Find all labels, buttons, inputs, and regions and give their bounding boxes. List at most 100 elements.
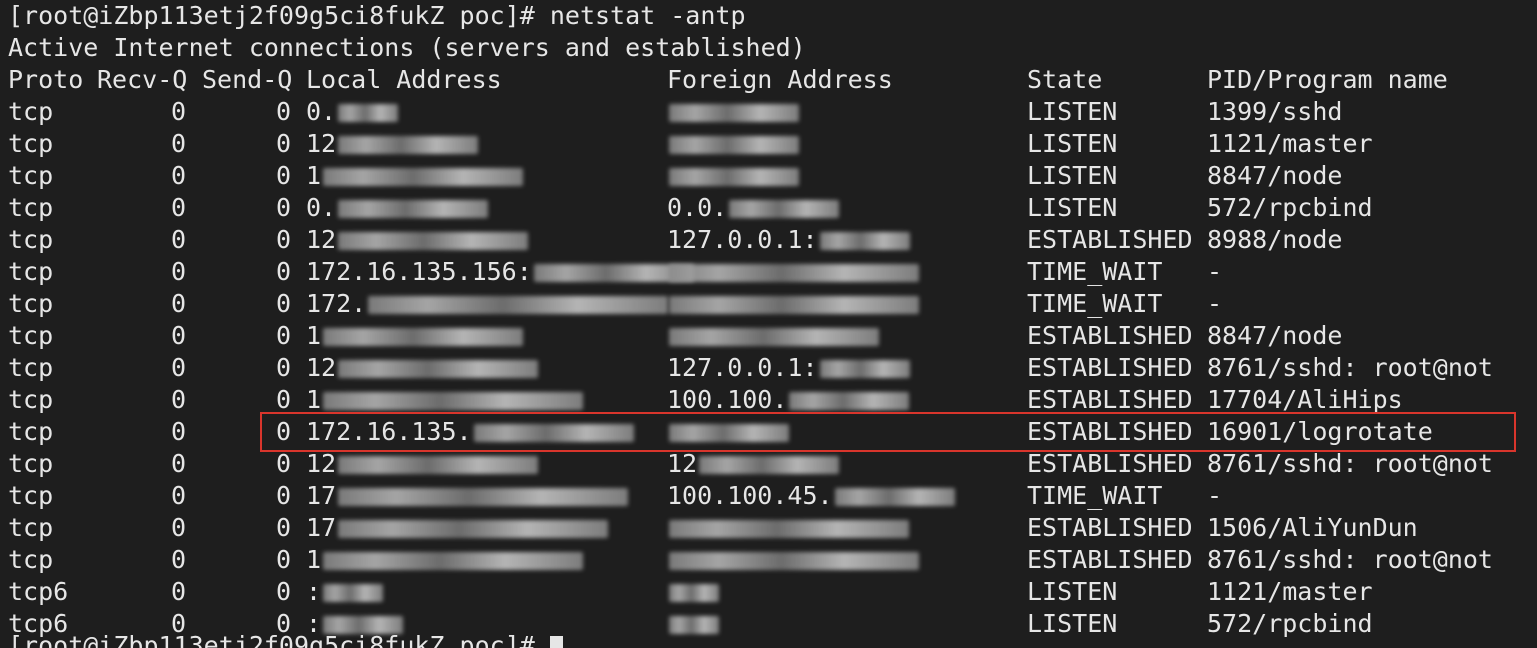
- cursor-block: [549, 636, 563, 648]
- header-proto: Proto: [8, 65, 84, 94]
- cell-send-q-text: 0: [276, 161, 292, 190]
- cell-local-address-text: 12: [306, 225, 337, 254]
- cell-pid-program: 572/rpcbind: [1207, 608, 1373, 640]
- cell-proto: tcp: [8, 544, 53, 576]
- redacted-region: [669, 168, 799, 186]
- cell-pid-program: 8988/node: [1207, 224, 1342, 256]
- redacted-region: [669, 552, 919, 570]
- header-local-address: Local Address: [306, 65, 502, 94]
- cell-recv-q-text: 0: [171, 97, 187, 126]
- cell-state-text: ESTABLISHED: [1027, 321, 1193, 350]
- cell-recv-q: 0: [171, 576, 186, 608]
- cell-send-q: 0: [276, 448, 291, 480]
- redacted-region: [669, 520, 909, 538]
- redacted-region: [834, 488, 955, 506]
- cell-proto: tcp: [8, 448, 53, 480]
- cell-pid-program: 1121/master: [1207, 128, 1373, 160]
- cell-proto-text: tcp: [8, 353, 54, 382]
- cell-recv-q-text: 0: [171, 449, 187, 478]
- cell-state-text: ESTABLISHED: [1027, 449, 1193, 478]
- cell-proto: tcp: [8, 160, 53, 192]
- cell-foreign-address-text: 127.0.0.1:: [667, 225, 818, 254]
- redacted-region: [338, 360, 539, 378]
- cell-recv-q-text: 0: [171, 225, 187, 254]
- redacted-region: [789, 392, 910, 410]
- cell-pid-program-text: 8847/node: [1207, 161, 1343, 190]
- cell-foreign-address: 100.100.: [667, 384, 910, 416]
- table-row: tcp 0 0 12 127.0.0.1: ESTABLISHED 8761/sshd: r…: [0, 352, 1537, 384]
- cell-proto: tcp6: [8, 576, 68, 608]
- cell-recv-q: 0: [171, 512, 186, 544]
- cell-state: LISTEN: [1027, 128, 1117, 160]
- table-row: tcp 0 0 0. 0.0. LISTEN 572/rpcbind: [0, 192, 1537, 224]
- cell-local-address: 12: [306, 224, 529, 256]
- cell-foreign-address: 127.0.0.1:: [667, 352, 910, 384]
- next-prompt-text: [root@iZbp113etj2f09g5ci8fukZ poc]#: [8, 631, 535, 648]
- cell-local-address: 1: [306, 384, 584, 416]
- cell-send-q-text: 0: [276, 481, 292, 510]
- cell-foreign-address: 100.100.45.: [667, 480, 955, 512]
- cell-proto-text: tcp: [8, 193, 54, 222]
- cell-state-text: ESTABLISHED: [1027, 513, 1193, 542]
- redacted-region: [323, 552, 584, 570]
- cell-pid-program: -: [1207, 288, 1222, 320]
- cell-state: TIME_WAIT: [1027, 480, 1162, 512]
- cell-pid-program-text: 1121/master: [1207, 129, 1373, 158]
- cell-state: ESTABLISHED: [1027, 320, 1193, 352]
- cell-local-address-text: 172.16.135.156:: [306, 257, 532, 286]
- redacted-region: [669, 424, 789, 442]
- cell-state-text: ESTABLISHED: [1027, 417, 1193, 446]
- redacted-region: [338, 232, 529, 250]
- cell-foreign-address: 127.0.0.1:: [667, 224, 910, 256]
- cell-local-address: 1: [306, 544, 584, 576]
- cell-foreign-address: [667, 128, 799, 160]
- cell-proto-text: tcp: [8, 321, 54, 350]
- cell-local-address-text: 17: [306, 481, 337, 510]
- redacted-region: [338, 520, 609, 538]
- cell-proto-text: tcp: [8, 225, 54, 254]
- redacted-region: [473, 424, 634, 442]
- cell-proto-text: tcp: [8, 129, 54, 158]
- cell-state-text: ESTABLISHED: [1027, 353, 1193, 382]
- prompt-text: [root@iZbp113etj2f09g5ci8fukZ poc]# nets…: [8, 1, 746, 30]
- cell-recv-q-text: 0: [171, 257, 187, 286]
- cell-foreign-address: [667, 96, 799, 128]
- cell-pid-program: 8847/node: [1207, 160, 1342, 192]
- header-foreign-address: Foreign Address: [667, 65, 893, 94]
- redacted-region: [669, 264, 919, 282]
- cell-send-q: 0: [276, 256, 291, 288]
- terminal-window[interactable]: [root@iZbp113etj2f09g5ci8fukZ poc]# nets…: [0, 0, 1537, 648]
- cell-state-text: ESTABLISHED: [1027, 545, 1193, 574]
- cell-send-q: 0: [276, 160, 291, 192]
- cell-local-address: 17: [306, 512, 609, 544]
- table-row: tcp 0 0 1 ESTABLISHED 8847/node: [0, 320, 1537, 352]
- cell-send-q: 0: [276, 576, 291, 608]
- cell-state: ESTABLISHED: [1027, 384, 1193, 416]
- cell-send-q-text: 0: [276, 257, 292, 286]
- cell-send-q: 0: [276, 512, 291, 544]
- redacted-region: [669, 104, 799, 122]
- cell-recv-q-text: 0: [171, 289, 187, 318]
- cell-recv-q-text: 0: [171, 321, 187, 350]
- cell-local-address-text: 0.: [306, 97, 337, 126]
- command-line: [root@iZbp113etj2f09g5ci8fukZ poc]# nets…: [8, 0, 746, 32]
- header-recv-q: Recv-Q: [97, 65, 188, 94]
- header-state: State: [1027, 65, 1103, 94]
- cell-recv-q-text: 0: [171, 353, 187, 382]
- cell-foreign-address: 12: [667, 448, 840, 480]
- cell-state: TIME_WAIT: [1027, 256, 1162, 288]
- cell-state-text: TIME_WAIT: [1027, 257, 1163, 286]
- cell-proto-text: tcp6: [8, 577, 69, 606]
- cell-local-address: 0.: [306, 96, 399, 128]
- cell-send-q: 0: [276, 224, 291, 256]
- cell-proto-text: tcp: [8, 417, 54, 446]
- cell-proto: tcp: [8, 224, 53, 256]
- cell-state: ESTABLISHED: [1027, 416, 1193, 448]
- cell-state-text: TIME_WAIT: [1027, 289, 1163, 318]
- redacted-region: [338, 456, 539, 474]
- cell-local-address: 12: [306, 128, 479, 160]
- cell-local-address-text: 17: [306, 513, 337, 542]
- table-row: tcp 0 0 12 12 ESTABLISHED 8761/sshd: root@not: [0, 448, 1537, 480]
- cell-send-q-text: 0: [276, 225, 292, 254]
- cell-send-q-text: 0: [276, 513, 292, 542]
